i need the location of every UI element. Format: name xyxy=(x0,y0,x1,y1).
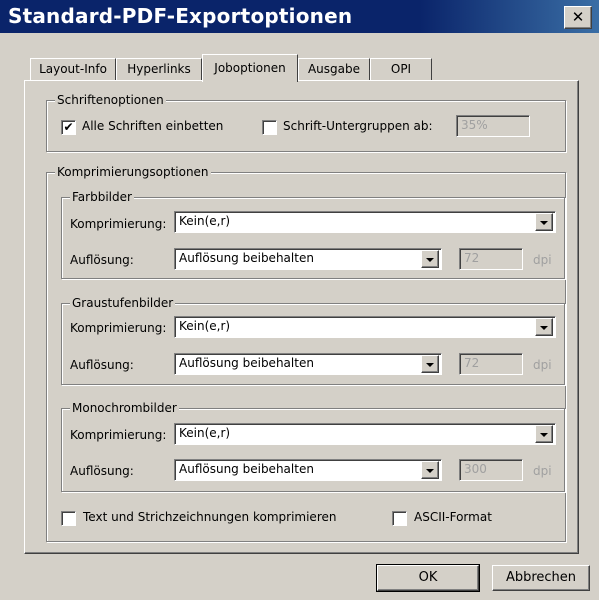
chevron-down-icon xyxy=(535,425,553,443)
chevron-down-icon xyxy=(535,213,553,231)
mono-resolution-select[interactable]: Auflösung beibehalten xyxy=(174,459,442,481)
ascii-format-label: ASCII-Format xyxy=(414,510,492,524)
close-icon: ✕ xyxy=(571,8,585,26)
window-title: Standard-PDF-Exportoptionen xyxy=(8,4,353,28)
title-bar: Standard-PDF-Exportoptionen ✕ xyxy=(0,0,599,33)
mono-dpi-input[interactable]: 300 xyxy=(459,459,523,481)
color-compression-label: Komprimierung: xyxy=(70,217,167,231)
gray-resolution-label: Auflösung: xyxy=(70,358,134,372)
mono-compression-value: Kein(e,r) xyxy=(174,423,556,445)
font-subset-checkbox[interactable] xyxy=(262,120,277,135)
ok-button[interactable]: OK xyxy=(376,564,480,592)
chevron-down-icon xyxy=(535,318,553,336)
chevron-down-icon xyxy=(421,355,439,373)
compression-options-legend: Komprimierungsoptionen xyxy=(55,165,211,179)
mono-resolution-label: Auflösung: xyxy=(70,464,134,478)
mono-compression-label: Komprimierung: xyxy=(70,428,167,442)
tab-joboptionen[interactable]: Joboptionen xyxy=(202,54,298,82)
color-dpi-input[interactable]: 72 xyxy=(459,248,523,270)
embed-all-fonts-label: Alle Schriften einbetten xyxy=(82,119,224,133)
mono-dpi-unit: dpi xyxy=(533,464,552,478)
color-compression-select[interactable]: Kein(e,r) xyxy=(174,211,556,233)
cancel-button[interactable]: Abbrechen xyxy=(492,565,590,591)
tab-hyperlinks[interactable]: Hyperlinks xyxy=(116,58,202,81)
monochrome-images-legend: Monochrombilder xyxy=(70,401,179,415)
chevron-down-icon xyxy=(421,461,439,479)
gray-compression-value: Kein(e,r) xyxy=(174,316,556,338)
gray-resolution-select[interactable]: Auflösung beibehalten xyxy=(174,353,442,375)
color-resolution-label: Auflösung: xyxy=(70,253,134,267)
embed-all-fonts-checkbox[interactable]: ✔ xyxy=(61,120,76,135)
chevron-down-icon xyxy=(421,250,439,268)
font-subset-input[interactable]: 35% xyxy=(456,115,530,137)
gray-resolution-value: Auflösung beibehalten xyxy=(174,353,442,375)
color-dpi-unit: dpi xyxy=(533,253,552,267)
tab-layout-info[interactable]: Layout-Info xyxy=(30,58,116,81)
tab-ausgabe[interactable]: Ausgabe xyxy=(298,58,370,81)
color-images-legend: Farbbilder xyxy=(70,190,134,204)
color-resolution-select[interactable]: Auflösung beibehalten xyxy=(174,248,442,270)
gray-dpi-input[interactable]: 72 xyxy=(459,353,523,375)
mono-resolution-value: Auflösung beibehalten xyxy=(174,459,442,481)
mono-compression-select[interactable]: Kein(e,r) xyxy=(174,423,556,445)
color-resolution-value: Auflösung beibehalten xyxy=(174,248,442,270)
ascii-format-checkbox[interactable] xyxy=(392,511,407,526)
gray-compression-label: Komprimierung: xyxy=(70,321,167,335)
compress-text-label: Text und Strichzeichnungen komprimieren xyxy=(83,510,337,524)
font-subset-label: Schrift-Untergruppen ab: xyxy=(283,119,433,133)
gray-dpi-unit: dpi xyxy=(533,358,552,372)
checkmark-icon: ✔ xyxy=(63,120,74,134)
close-button[interactable]: ✕ xyxy=(564,6,592,29)
tab-opi[interactable]: OPI xyxy=(370,58,432,81)
font-options-legend: Schriftenoptionen xyxy=(55,93,166,107)
color-compression-value: Kein(e,r) xyxy=(174,211,556,233)
grayscale-images-legend: Graustufenbilder xyxy=(70,296,176,310)
gray-compression-select[interactable]: Kein(e,r) xyxy=(174,316,556,338)
compress-text-checkbox[interactable] xyxy=(61,511,76,526)
